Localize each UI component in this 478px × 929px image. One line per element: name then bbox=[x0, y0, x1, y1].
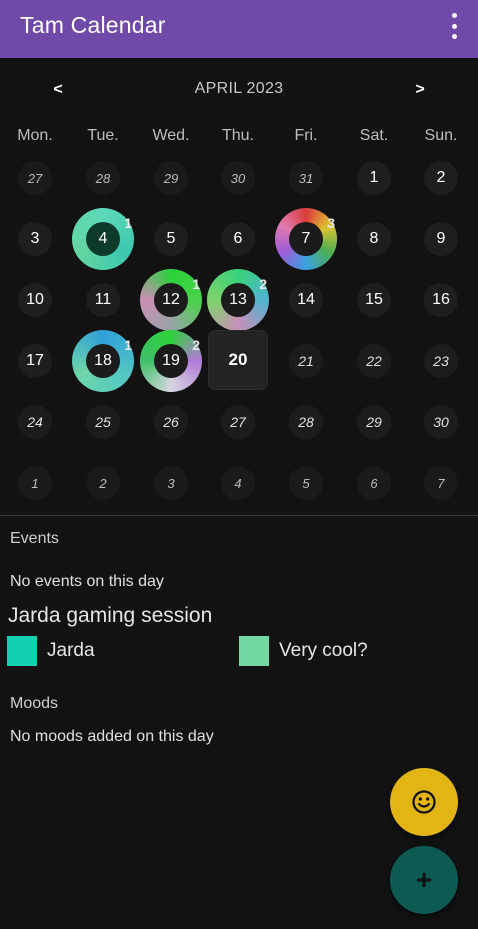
moods-empty-text: No moods added on this day bbox=[10, 728, 214, 745]
day-cell-other-month[interactable]: 27 bbox=[18, 161, 52, 195]
app-bar: Tam Calendar bbox=[0, 0, 478, 58]
weekday-label: Mon. bbox=[17, 127, 53, 144]
event-count-badge: 1 bbox=[124, 215, 132, 231]
event-count-badge: 1 bbox=[192, 276, 200, 292]
day-cell[interactable]: 25 bbox=[86, 405, 120, 439]
weekday-label: Sat. bbox=[359, 127, 389, 144]
day-cell[interactable]: 28 bbox=[289, 405, 323, 439]
event-count-badge: 1 bbox=[124, 337, 132, 353]
month-navigation: < APRIL 2023 > bbox=[0, 58, 478, 120]
event-count-badge: 3 bbox=[327, 215, 335, 231]
tag-label: Jarda bbox=[47, 640, 95, 661]
day-cell[interactable]: 26 bbox=[154, 405, 188, 439]
day-cell-other-month[interactable]: 7 bbox=[424, 466, 458, 500]
day-cell[interactable]: 1 bbox=[357, 161, 391, 195]
day-number: 7 bbox=[289, 222, 323, 256]
day-cell[interactable]: 23 bbox=[424, 344, 458, 378]
day-cell-other-month[interactable]: 6 bbox=[357, 466, 391, 500]
tag-label: Very cool? bbox=[279, 640, 368, 661]
day-number: 12 bbox=[154, 283, 188, 317]
day-cell[interactable]: 29 bbox=[357, 405, 391, 439]
day-number: 13 bbox=[221, 283, 255, 317]
day-cell-other-month[interactable]: 3 bbox=[154, 466, 188, 500]
more-vertical-icon[interactable] bbox=[444, 13, 464, 39]
day-cell-other-month[interactable]: 2 bbox=[86, 466, 120, 500]
day-number: 4 bbox=[86, 222, 120, 256]
day-cell-today[interactable]: 20 bbox=[208, 330, 268, 390]
day-cell[interactable]: 2 bbox=[424, 161, 458, 195]
day-cell[interactable]: 30 bbox=[424, 405, 458, 439]
day-cell-with-events[interactable]: 12 1 bbox=[140, 269, 202, 331]
day-cell[interactable]: 5 bbox=[154, 222, 188, 256]
day-cell[interactable]: 21 bbox=[289, 344, 323, 378]
day-cell[interactable]: 17 bbox=[18, 344, 52, 378]
tag-color-swatch bbox=[239, 636, 269, 666]
day-cell[interactable]: 24 bbox=[18, 405, 52, 439]
weekday-label: Wed. bbox=[152, 127, 190, 144]
day-cell[interactable]: 27 bbox=[221, 405, 255, 439]
day-number: 18 bbox=[86, 344, 120, 378]
day-cell[interactable]: 9 bbox=[424, 222, 458, 256]
weekday-label: Fri. bbox=[294, 127, 318, 144]
day-cell-other-month[interactable]: 4 bbox=[221, 466, 255, 500]
moods-heading: Moods bbox=[10, 695, 59, 712]
plus-icon: + bbox=[415, 864, 433, 895]
divider bbox=[0, 515, 478, 516]
day-cell[interactable]: 15 bbox=[357, 283, 391, 317]
day-cell[interactable]: 16 bbox=[424, 283, 458, 317]
day-cell-other-month[interactable]: 28 bbox=[86, 161, 120, 195]
day-cell[interactable]: 22 bbox=[357, 344, 391, 378]
day-cell[interactable]: 8 bbox=[357, 222, 391, 256]
app-title: Tam Calendar bbox=[20, 12, 166, 38]
event-tag: Very cool? bbox=[239, 636, 368, 666]
day-cell-other-month[interactable]: 29 bbox=[154, 161, 188, 195]
event-tag: Jarda bbox=[7, 636, 95, 666]
add-mood-button[interactable] bbox=[390, 768, 458, 836]
day-number: 19 bbox=[154, 344, 188, 378]
day-cell-with-events[interactable]: 41 bbox=[72, 208, 134, 270]
next-month-button[interactable]: > bbox=[405, 78, 435, 102]
add-event-button[interactable]: + bbox=[390, 846, 458, 914]
weekday-label: Tue. bbox=[87, 127, 119, 144]
weekday-label: Sun. bbox=[424, 127, 458, 144]
day-cell-with-events[interactable]: 13 2 bbox=[207, 269, 269, 331]
tag-color-swatch bbox=[7, 636, 37, 666]
day-cell[interactable]: 11 bbox=[86, 283, 120, 317]
day-cell-with-events[interactable]: 73 bbox=[275, 208, 337, 270]
day-cell-with-events[interactable]: 18 1 bbox=[72, 330, 134, 392]
day-cell-with-events[interactable]: 19 2 bbox=[140, 330, 202, 392]
day-cell-other-month[interactable]: 5 bbox=[289, 466, 323, 500]
day-cell[interactable]: 10 bbox=[18, 283, 52, 317]
smiley-icon bbox=[412, 790, 436, 814]
day-cell[interactable]: 3 bbox=[18, 222, 52, 256]
day-cell-other-month[interactable]: 1 bbox=[18, 466, 52, 500]
events-heading: Events bbox=[10, 530, 59, 547]
day-cell-other-month[interactable]: 31 bbox=[289, 161, 323, 195]
day-cell-other-month[interactable]: 30 bbox=[221, 161, 255, 195]
weekday-label: Thu. bbox=[221, 127, 254, 144]
event-count-badge: 2 bbox=[259, 276, 267, 292]
event-title[interactable]: Jarda gaming session bbox=[8, 604, 212, 628]
day-cell[interactable]: 14 bbox=[289, 283, 323, 317]
day-cell[interactable]: 6 bbox=[221, 222, 255, 256]
events-empty-text: No events on this day bbox=[10, 573, 164, 590]
event-count-badge: 2 bbox=[192, 337, 200, 353]
